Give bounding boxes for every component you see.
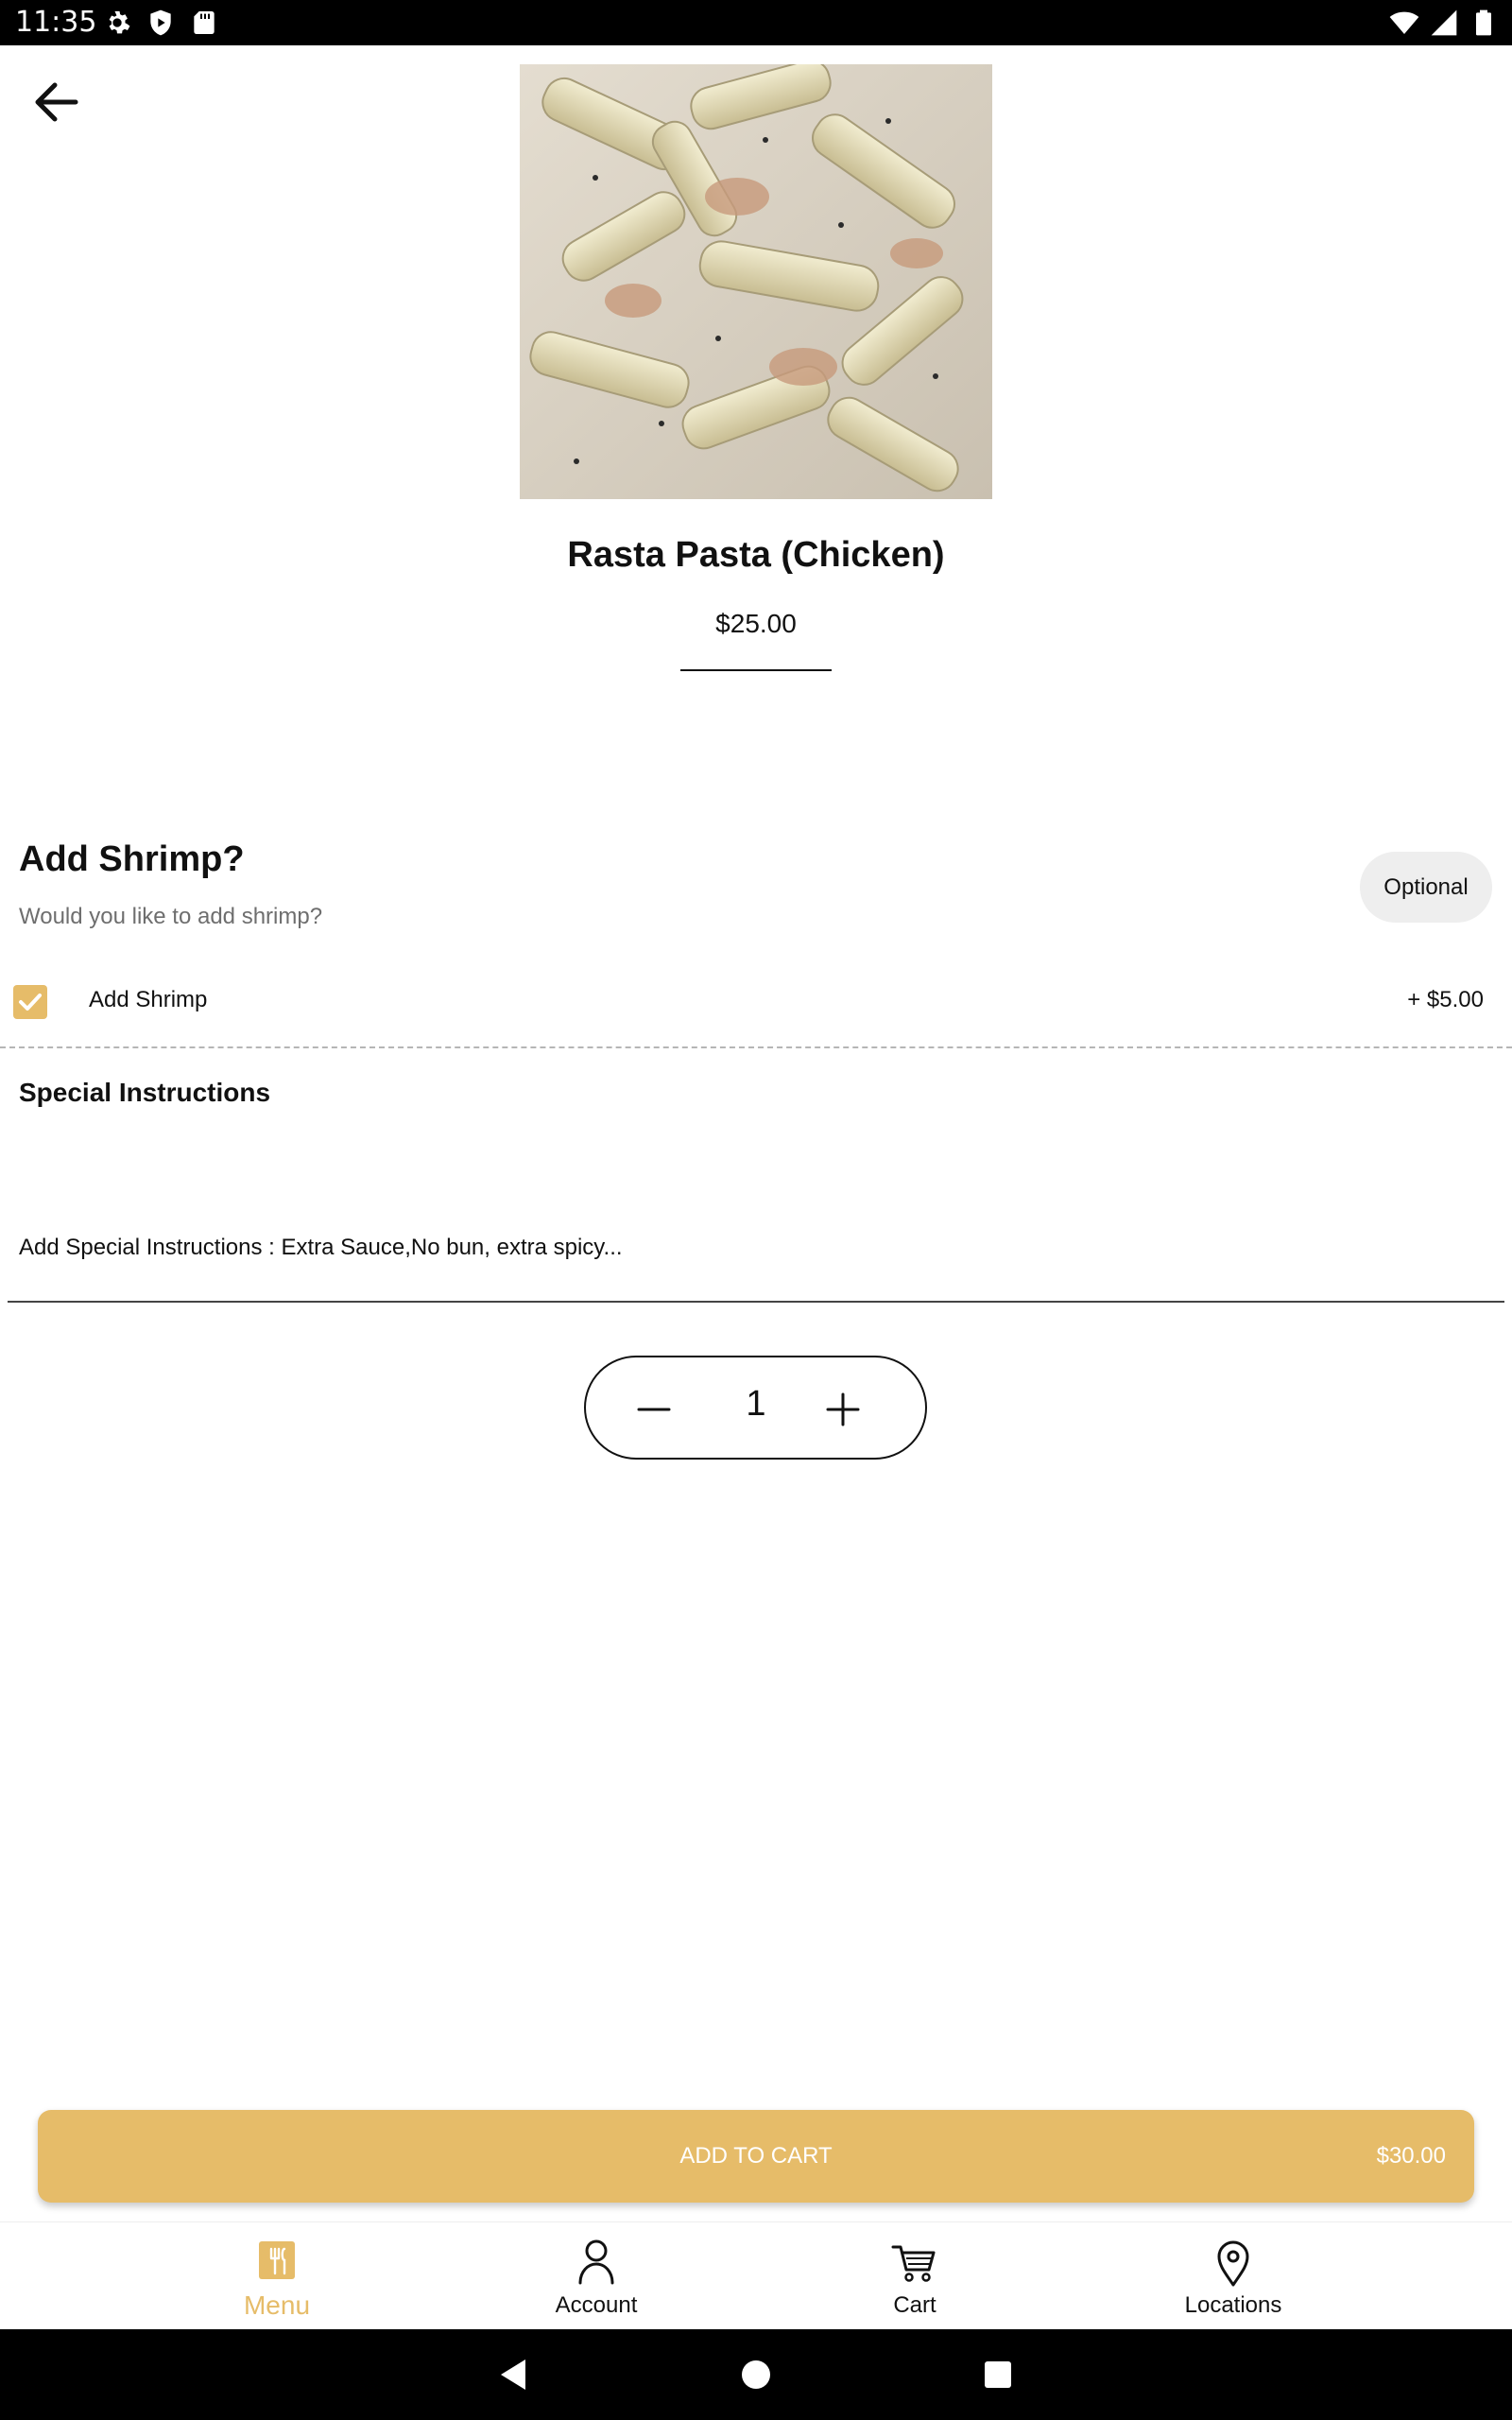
product-image [520,64,992,499]
status-icons-left [102,8,219,38]
nav-item-account[interactable]: Account [455,2222,738,2330]
nav-label-locations: Locations [1184,2292,1282,2318]
play-protect-icon [150,9,171,36]
modifier-group-subtitle: Would you like to add shrimp? [19,904,323,929]
nav-item-menu[interactable]: Menu [135,2222,419,2330]
quantity-stepper: 1 [584,1356,927,1460]
system-nav-bar [0,2329,1512,2420]
add-to-cart-total: $30.00 [1376,2143,1446,2169]
nav-label-menu: Menu [243,2290,311,2320]
back-button[interactable] [26,72,91,132]
special-instructions-input[interactable] [8,1195,1504,1303]
add-to-cart-button[interactable]: ADD TO CART $30.00 [38,2110,1474,2203]
increase-quantity-button[interactable] [822,1389,864,1430]
optional-badge: Optional [1360,852,1492,923]
decrease-quantity-button[interactable] [633,1389,675,1430]
status-bar: 11:35 [0,0,1512,45]
nav-item-cart[interactable]: Cart [773,2222,1057,2330]
checkbox-checked[interactable] [13,985,47,1019]
dashed-divider [0,1046,1512,1048]
bottom-nav: Menu Account Cart Locations [0,2221,1512,2329]
wifi-icon [1389,11,1419,34]
triangle-back-icon [501,2360,525,2390]
nav-label-account: Account [555,2292,638,2318]
menu-icon [259,2241,295,2279]
location-pin-icon [1217,2240,1249,2287]
option-label: Add Shrimp [89,987,208,1012]
system-home-button[interactable] [737,2356,775,2394]
status-icons-right [1389,8,1499,38]
battery-icon [1476,9,1491,36]
square-recents-icon [985,2361,1011,2388]
sd-card-icon [194,11,215,34]
gear-icon [109,10,130,34]
status-time: 11:35 [15,6,97,39]
check-icon [19,994,42,1011]
product-price: $25.00 [715,609,797,638]
nav-item-locations[interactable]: Locations [1091,2222,1375,2330]
circle-home-icon [742,2360,770,2389]
plus-icon [826,1392,860,1426]
special-instructions-title: Special Instructions [19,1078,271,1107]
product-name: Rasta Pasta (Chicken) [567,535,945,575]
arrow-left-icon [35,82,78,122]
system-recents-button[interactable] [979,2356,1017,2394]
system-back-button[interactable] [495,2356,533,2394]
cart-icon [891,2245,936,2282]
signal-icon [1431,9,1457,36]
nav-label-cart: Cart [893,2292,936,2318]
modifier-group-title: Add Shrimp? [19,839,245,879]
quantity-value: 1 [746,1384,766,1424]
option-price: + $5.00 [1407,987,1484,1012]
add-to-cart-label: ADD TO CART [679,2143,833,2169]
option-row-add-shrimp[interactable]: Add Shrimp + $5.00 [0,974,1512,1027]
account-icon [578,2239,614,2285]
price-underline [680,669,832,671]
pasta-illustration [520,64,992,499]
